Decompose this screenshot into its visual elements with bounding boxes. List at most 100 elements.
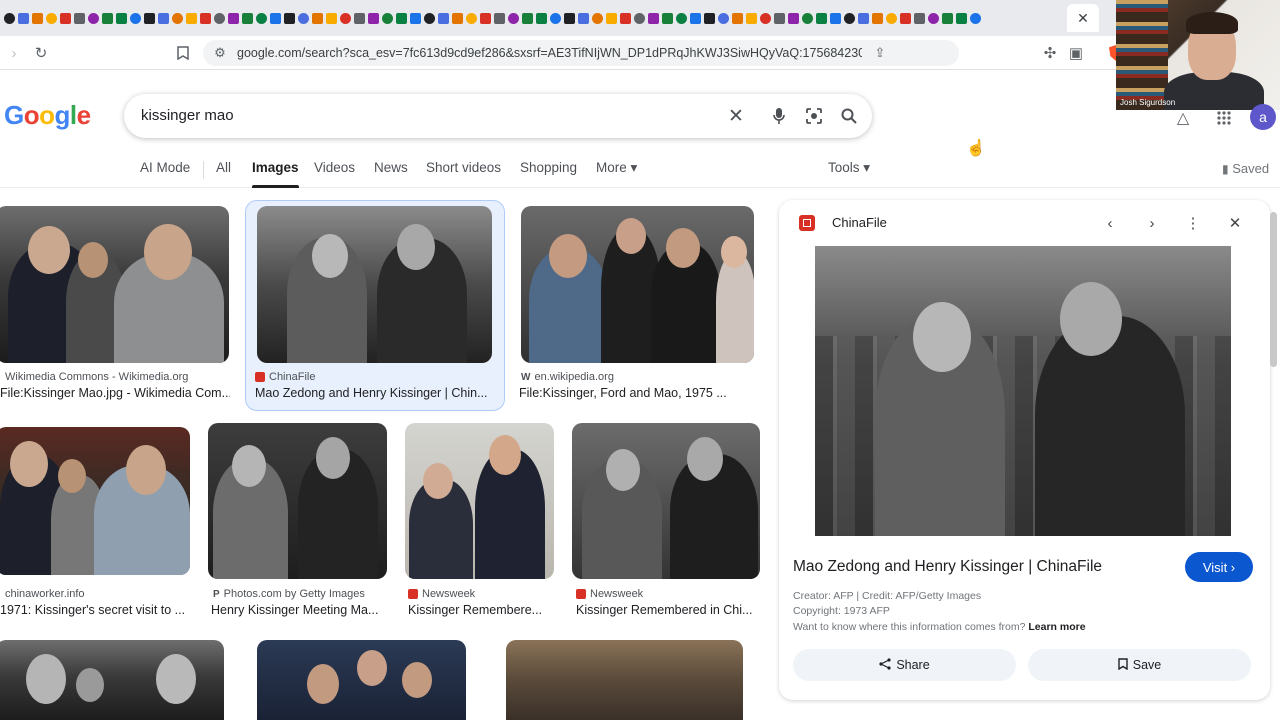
result-thumbnail-2[interactable]: [257, 206, 492, 363]
result-source-6[interactable]: Newsweek: [408, 588, 475, 600]
pinned-tab-favicon[interactable]: [45, 12, 57, 24]
pinned-tab-favicon[interactable]: [297, 12, 309, 24]
pinned-tab-favicon[interactable]: [17, 12, 29, 24]
pinned-tab-favicon[interactable]: [591, 12, 603, 24]
pinned-tab-favicon[interactable]: [451, 12, 463, 24]
more-options-icon[interactable]: ⋮: [1183, 213, 1203, 233]
close-icon[interactable]: ✕: [1225, 213, 1245, 233]
tab-all[interactable]: All: [216, 160, 231, 175]
sidebar-icon[interactable]: ▣: [1066, 43, 1086, 63]
pinned-tab-favicon[interactable]: [353, 12, 365, 24]
pinned-tab-favicon[interactable]: [759, 12, 771, 24]
pinned-tab-favicon[interactable]: [479, 12, 491, 24]
pinned-tab-favicon[interactable]: [185, 12, 197, 24]
clear-icon[interactable]: ✕: [725, 105, 747, 127]
pinned-tab-favicon[interactable]: [493, 12, 505, 24]
result-thumbnail-8[interactable]: [0, 640, 224, 720]
visit-button[interactable]: Visit ›: [1185, 552, 1253, 582]
pinned-tab-favicon[interactable]: [857, 12, 869, 24]
pinned-tab-favicon[interactable]: [829, 12, 841, 24]
pinned-tab-favicon[interactable]: [605, 12, 617, 24]
address-bar[interactable]: ⚙ google.com/search?sca_esv=7fc613d9cd9e…: [203, 40, 1152, 66]
voice-search-icon[interactable]: [768, 105, 790, 127]
result-source-5[interactable]: P Photos.com by Getty Images: [213, 588, 365, 600]
pinned-tab-favicon[interactable]: [87, 12, 99, 24]
panel-source[interactable]: ChinaFile: [832, 215, 887, 230]
result-source-1[interactable]: Wikimedia Commons - Wikimedia.org: [5, 371, 188, 383]
result-title-5[interactable]: Henry Kissinger Meeting Ma...: [211, 603, 386, 617]
search-icon[interactable]: [838, 105, 860, 127]
pinned-tab-favicon[interactable]: [339, 12, 351, 24]
result-thumbnail-7[interactable]: [572, 423, 760, 579]
pinned-tab-favicon[interactable]: [773, 12, 785, 24]
pinned-tab-favicon[interactable]: [465, 12, 477, 24]
pinned-tab-favicon[interactable]: [507, 12, 519, 24]
pinned-tab-favicon[interactable]: [661, 12, 673, 24]
pinned-tab-favicon[interactable]: [213, 12, 225, 24]
result-title-7[interactable]: Kissinger Remembered in Chi...: [576, 603, 760, 617]
pinned-tab-favicon[interactable]: [717, 12, 729, 24]
pinned-tab-favicon[interactable]: [199, 12, 211, 24]
pinned-tab-favicon[interactable]: [311, 12, 323, 24]
share-page-icon[interactable]: ⇪: [871, 44, 889, 62]
result-thumbnail-9[interactable]: [257, 640, 466, 720]
result-thumbnail-6[interactable]: [405, 423, 554, 579]
result-source-4[interactable]: chinaworker.info: [5, 588, 85, 600]
pinned-tab-favicon[interactable]: [843, 12, 855, 24]
search-box[interactable]: kissinger mao ✕: [124, 94, 872, 138]
panel-title[interactable]: Mao Zedong and Henry Kissinger | ChinaFi…: [793, 558, 1102, 576]
tab-images[interactable]: Images: [252, 160, 299, 188]
pinned-tab-favicon[interactable]: [619, 12, 631, 24]
pinned-tab-favicon[interactable]: [409, 12, 421, 24]
pinned-tab-favicon[interactable]: [899, 12, 911, 24]
pinned-tab-favicon[interactable]: [227, 12, 239, 24]
labs-icon[interactable]: △: [1172, 107, 1194, 129]
bookmark-icon[interactable]: [173, 43, 193, 63]
tools-button[interactable]: Tools ▾: [828, 160, 870, 176]
pinned-tab-favicon[interactable]: [675, 12, 687, 24]
active-tab[interactable]: ✕: [1067, 4, 1099, 32]
pinned-tab-favicon[interactable]: [955, 12, 967, 24]
pinned-tab-favicon[interactable]: [115, 12, 127, 24]
tab-short-videos[interactable]: Short videos: [426, 160, 501, 175]
previous-icon[interactable]: ‹: [1100, 213, 1120, 233]
result-thumbnail-5[interactable]: [208, 423, 387, 579]
pinned-tab-favicon[interactable]: [171, 12, 183, 24]
pinned-tab-favicon[interactable]: [157, 12, 169, 24]
pinned-tab-favicon[interactable]: [969, 12, 981, 24]
pinned-tab-favicon[interactable]: [31, 12, 43, 24]
pinned-tab-favicon[interactable]: [563, 12, 575, 24]
search-input[interactable]: kissinger mao: [141, 107, 234, 124]
pinned-tab-favicon[interactable]: [787, 12, 799, 24]
apps-grid-icon[interactable]: [1213, 107, 1235, 129]
reload-icon[interactable]: ↻: [31, 43, 51, 63]
result-source-3[interactable]: Wen.wikipedia.org: [521, 371, 614, 383]
pinned-tab-favicon[interactable]: [367, 12, 379, 24]
pinned-tab-favicon[interactable]: [801, 12, 813, 24]
pinned-tab-favicon[interactable]: [269, 12, 281, 24]
save-button[interactable]: Save: [1028, 649, 1251, 681]
pinned-tab-favicon[interactable]: [941, 12, 953, 24]
pinned-tab-favicon[interactable]: [395, 12, 407, 24]
result-thumbnail-3[interactable]: [521, 206, 754, 363]
lens-icon[interactable]: [803, 105, 825, 127]
result-thumbnail-1[interactable]: [0, 206, 229, 363]
result-title-6[interactable]: Kissinger Remembere...: [408, 603, 556, 617]
pinned-tab-favicon[interactable]: [703, 12, 715, 24]
pinned-tab-favicon[interactable]: [871, 12, 883, 24]
tab-videos[interactable]: Videos: [314, 160, 355, 175]
forward-icon[interactable]: ›: [4, 43, 24, 63]
tab-news[interactable]: News: [374, 160, 408, 175]
learn-more-link[interactable]: Learn more: [1028, 621, 1085, 633]
result-title-3[interactable]: File:Kissinger, Ford and Mao, 1975 ...: [519, 386, 759, 400]
pinned-tab-favicon[interactable]: [927, 12, 939, 24]
tab-shopping[interactable]: Shopping: [520, 160, 577, 175]
preview-image[interactable]: ⊙: [815, 246, 1231, 536]
site-settings-icon[interactable]: ⚙: [211, 44, 229, 62]
pinned-tab-favicon[interactable]: [577, 12, 589, 24]
result-source-2[interactable]: ChinaFile: [255, 371, 315, 383]
pinned-tab-favicon[interactable]: [815, 12, 827, 24]
pinned-tab-favicon[interactable]: [689, 12, 701, 24]
result-thumbnail-4[interactable]: [0, 427, 190, 575]
pinned-tab-favicon[interactable]: [381, 12, 393, 24]
